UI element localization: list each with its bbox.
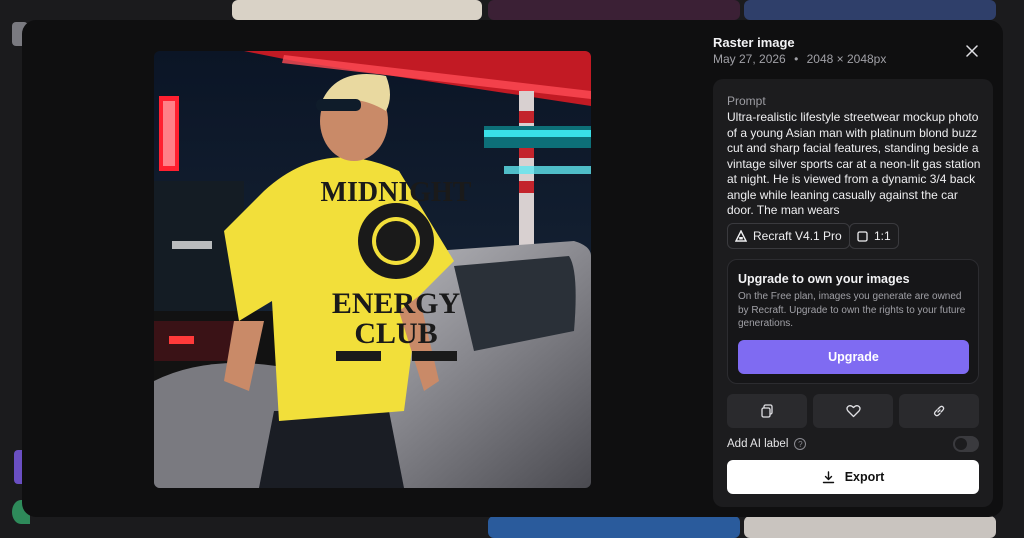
background-tile <box>744 0 996 20</box>
shirt-text-line3: CLUB <box>354 317 437 350</box>
image-detail-modal: MIDNIGHT ENERGY CLUB Raster image May 27… <box>22 20 1003 517</box>
upgrade-description: On the Free plan, images you generate ar… <box>738 291 966 329</box>
download-icon <box>822 470 834 483</box>
toggle-knob <box>955 438 967 450</box>
image-illustration: MIDNIGHT ENERGY CLUB <box>154 51 591 488</box>
help-icon[interactable]: ? <box>794 438 807 450</box>
background-tile <box>232 0 482 20</box>
like-button[interactable] <box>813 394 893 428</box>
upgrade-button[interactable]: Upgrade <box>738 340 969 374</box>
shirt-text-line1: MIDNIGHT <box>321 177 472 208</box>
aspect-ratio-value: 1:1 <box>874 229 891 243</box>
model-icon <box>735 230 747 242</box>
aspect-ratio-chip[interactable]: 1:1 <box>849 223 899 249</box>
prompt-label: Prompt <box>727 94 766 108</box>
export-label: Export <box>844 470 885 484</box>
details-card: Prompt Ultra-realistic lifestyle streetw… <box>713 79 993 507</box>
ai-label-row: Add AI label ? <box>727 438 807 450</box>
background-tile <box>488 0 740 20</box>
image-meta: May 27, 2026 • 2048 × 2048px <box>713 52 886 66</box>
model-chip[interactable]: Recraft V4.1 Pro <box>727 223 850 249</box>
close-button[interactable] <box>962 41 982 61</box>
image-dimensions: 2048 × 2048px <box>806 52 887 66</box>
image-info-panel: Raster image May 27, 2026 • 2048 × 2048p… <box>713 20 1003 517</box>
copy-button[interactable] <box>727 394 807 428</box>
export-button[interactable]: Export <box>727 460 979 494</box>
image-type-title: Raster image <box>713 35 795 50</box>
background-tile <box>744 516 996 538</box>
upgrade-title: Upgrade to own your images <box>738 272 910 286</box>
generated-image[interactable]: MIDNIGHT ENERGY CLUB <box>154 51 591 488</box>
meta-separator: • <box>794 52 799 66</box>
image-date: May 27, 2026 <box>713 52 786 66</box>
model-name: Recraft V4.1 Pro <box>753 229 842 243</box>
prompt-text[interactable]: Ultra-realistic lifestyle streetwear moc… <box>727 110 983 214</box>
close-icon <box>966 45 978 57</box>
link-icon <box>933 405 945 417</box>
upgrade-box: Upgrade to own your images On the Free p… <box>727 259 979 384</box>
copy-icon <box>761 404 773 418</box>
ai-label-text: Add AI label <box>727 438 789 450</box>
ai-label-toggle[interactable] <box>953 436 979 452</box>
background-tile <box>488 516 740 538</box>
shirt-text-line2: ENERGY <box>332 287 461 320</box>
heart-icon <box>845 405 861 418</box>
square-icon <box>857 230 868 242</box>
copy-link-button[interactable] <box>899 394 979 428</box>
